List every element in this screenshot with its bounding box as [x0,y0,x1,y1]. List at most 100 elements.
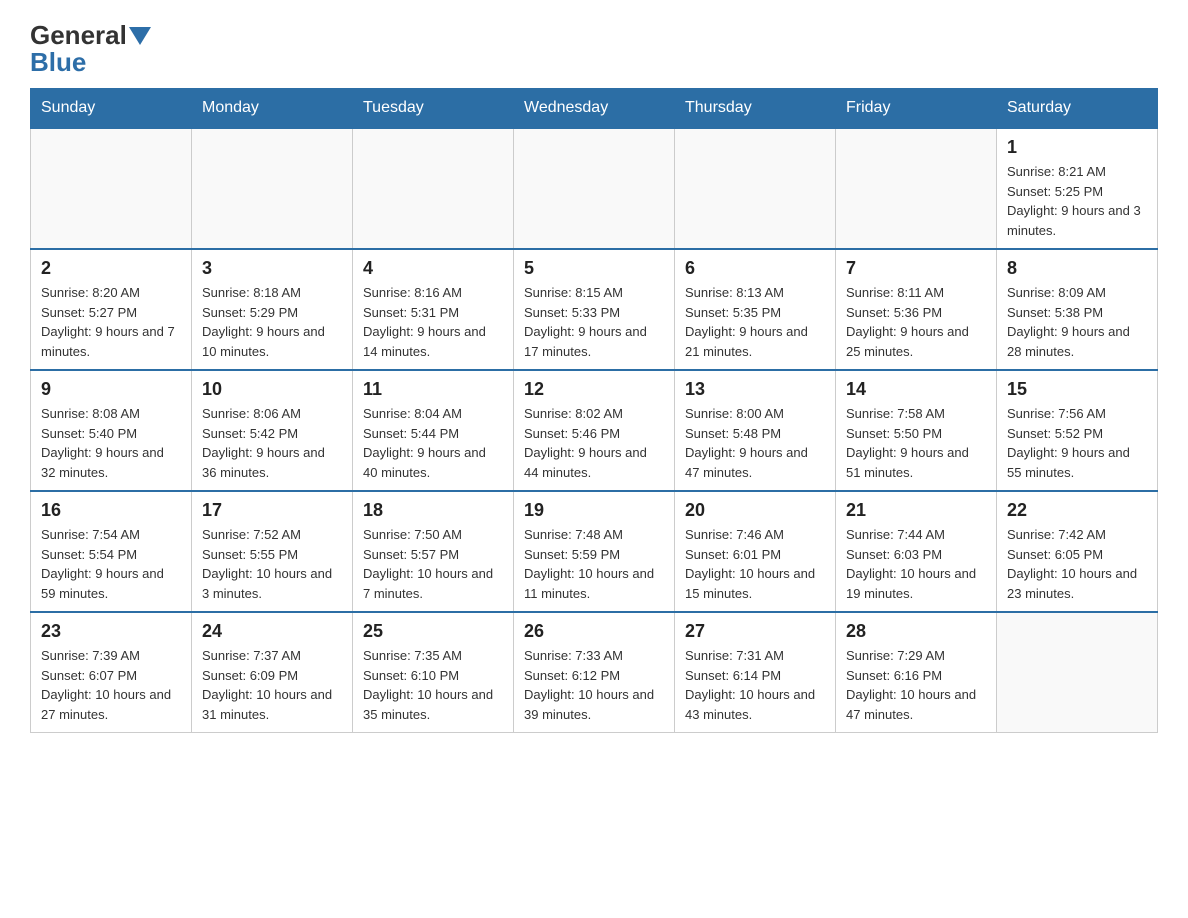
day-info: Sunrise: 7:37 AM Sunset: 6:09 PM Dayligh… [202,646,342,724]
day-number: 23 [41,621,181,642]
calendar-day-cell: 20 Sunrise: 7:46 AM Sunset: 6:01 PM Dayli… [675,491,836,612]
day-info: Sunrise: 7:39 AM Sunset: 6:07 PM Dayligh… [41,646,181,724]
day-number: 3 [202,258,342,279]
day-number: 2 [41,258,181,279]
day-number: 18 [363,500,503,521]
day-number: 16 [41,500,181,521]
logo-area: General Blue [30,20,153,78]
calendar-day-cell: 6 Sunrise: 8:13 AM Sunset: 5:35 PM Daylig… [675,249,836,370]
day-number: 17 [202,500,342,521]
day-number: 13 [685,379,825,400]
day-number: 4 [363,258,503,279]
day-number: 28 [846,621,986,642]
calendar-header-friday: Friday [836,89,997,129]
day-number: 15 [1007,379,1147,400]
day-info: Sunrise: 8:18 AM Sunset: 5:29 PM Dayligh… [202,283,342,361]
calendar-day-cell: 26 Sunrise: 7:33 AM Sunset: 6:12 PM Dayli… [514,612,675,733]
calendar-day-cell: 19 Sunrise: 7:48 AM Sunset: 5:59 PM Dayli… [514,491,675,612]
calendar-day-cell [997,612,1158,733]
calendar-day-cell: 15 Sunrise: 7:56 AM Sunset: 5:52 PM Dayli… [997,370,1158,491]
calendar-day-cell: 11 Sunrise: 8:04 AM Sunset: 5:44 PM Dayli… [353,370,514,491]
day-number: 25 [363,621,503,642]
day-info: Sunrise: 7:44 AM Sunset: 6:03 PM Dayligh… [846,525,986,603]
day-info: Sunrise: 7:52 AM Sunset: 5:55 PM Dayligh… [202,525,342,603]
calendar-day-cell: 4 Sunrise: 8:16 AM Sunset: 5:31 PM Daylig… [353,249,514,370]
calendar-header-sunday: Sunday [31,89,192,129]
day-info: Sunrise: 7:48 AM Sunset: 5:59 PM Dayligh… [524,525,664,603]
calendar-week-row-2: 2 Sunrise: 8:20 AM Sunset: 5:27 PM Daylig… [31,249,1158,370]
calendar-day-cell: 1Sunrise: 8:21 AM Sunset: 5:25 PM Daylig… [997,128,1158,249]
day-number: 21 [846,500,986,521]
calendar-day-cell: 3 Sunrise: 8:18 AM Sunset: 5:29 PM Daylig… [192,249,353,370]
day-info: Sunrise: 8:15 AM Sunset: 5:33 PM Dayligh… [524,283,664,361]
day-info: Sunrise: 8:00 AM Sunset: 5:48 PM Dayligh… [685,404,825,482]
calendar-day-cell: 10 Sunrise: 8:06 AM Sunset: 5:42 PM Dayli… [192,370,353,491]
calendar-day-cell [675,128,836,249]
day-info: Sunrise: 7:56 AM Sunset: 5:52 PM Dayligh… [1007,404,1147,482]
logo-triangle-icon [129,27,151,45]
day-number: 19 [524,500,664,521]
day-number: 20 [685,500,825,521]
day-number: 9 [41,379,181,400]
calendar-week-row-4: 16 Sunrise: 7:54 AM Sunset: 5:54 PM Dayli… [31,491,1158,612]
day-number: 8 [1007,258,1147,279]
day-info: Sunrise: 8:11 AM Sunset: 5:36 PM Dayligh… [846,283,986,361]
day-info: Sunrise: 8:02 AM Sunset: 5:46 PM Dayligh… [524,404,664,482]
calendar-header-row: SundayMondayTuesdayWednesdayThursdayFrid… [31,89,1158,129]
calendar-day-cell: 5 Sunrise: 8:15 AM Sunset: 5:33 PM Daylig… [514,249,675,370]
calendar-table: SundayMondayTuesdayWednesdayThursdayFrid… [30,88,1158,733]
day-info: Sunrise: 7:50 AM Sunset: 5:57 PM Dayligh… [363,525,503,603]
calendar-day-cell: 8 Sunrise: 8:09 AM Sunset: 5:38 PM Daylig… [997,249,1158,370]
logo-blue-label: Blue [30,47,86,78]
calendar-week-row-3: 9Sunrise: 8:08 AM Sunset: 5:40 PM Daylig… [31,370,1158,491]
day-number: 1 [1007,137,1147,158]
calendar-day-cell: 14 Sunrise: 7:58 AM Sunset: 5:50 PM Dayli… [836,370,997,491]
calendar-day-cell: 7 Sunrise: 8:11 AM Sunset: 5:36 PM Daylig… [836,249,997,370]
day-number: 7 [846,258,986,279]
day-number: 5 [524,258,664,279]
calendar-day-cell: 16 Sunrise: 7:54 AM Sunset: 5:54 PM Dayli… [31,491,192,612]
day-info: Sunrise: 8:16 AM Sunset: 5:31 PM Dayligh… [363,283,503,361]
day-info: Sunrise: 8:06 AM Sunset: 5:42 PM Dayligh… [202,404,342,482]
day-info: Sunrise: 7:46 AM Sunset: 6:01 PM Dayligh… [685,525,825,603]
calendar-week-row-1: 1Sunrise: 8:21 AM Sunset: 5:25 PM Daylig… [31,128,1158,249]
calendar-day-cell: 21 Sunrise: 7:44 AM Sunset: 6:03 PM Dayli… [836,491,997,612]
day-number: 6 [685,258,825,279]
day-info: Sunrise: 7:33 AM Sunset: 6:12 PM Dayligh… [524,646,664,724]
calendar-header-thursday: Thursday [675,89,836,129]
day-info: Sunrise: 8:20 AM Sunset: 5:27 PM Dayligh… [41,283,181,361]
day-info: Sunrise: 8:09 AM Sunset: 5:38 PM Dayligh… [1007,283,1147,361]
calendar-day-cell [31,128,192,249]
day-number: 14 [846,379,986,400]
calendar-day-cell: 23 Sunrise: 7:39 AM Sunset: 6:07 PM Dayli… [31,612,192,733]
day-number: 22 [1007,500,1147,521]
calendar-day-cell: 18 Sunrise: 7:50 AM Sunset: 5:57 PM Dayli… [353,491,514,612]
calendar-header-saturday: Saturday [997,89,1158,129]
calendar-week-row-5: 23 Sunrise: 7:39 AM Sunset: 6:07 PM Dayli… [31,612,1158,733]
calendar-day-cell: 13 Sunrise: 8:00 AM Sunset: 5:48 PM Dayli… [675,370,836,491]
day-info: Sunrise: 7:54 AM Sunset: 5:54 PM Dayligh… [41,525,181,603]
calendar-day-cell: 22 Sunrise: 7:42 AM Sunset: 6:05 PM Dayli… [997,491,1158,612]
calendar-header-wednesday: Wednesday [514,89,675,129]
day-number: 26 [524,621,664,642]
calendar-day-cell: 28 Sunrise: 7:29 AM Sunset: 6:16 PM Dayli… [836,612,997,733]
calendar-day-cell [836,128,997,249]
day-info: Sunrise: 7:29 AM Sunset: 6:16 PM Dayligh… [846,646,986,724]
day-info: Sunrise: 8:13 AM Sunset: 5:35 PM Dayligh… [685,283,825,361]
calendar-day-cell [192,128,353,249]
calendar-day-cell [353,128,514,249]
calendar-day-cell: 25Sunrise: 7:35 AM Sunset: 6:10 PM Dayli… [353,612,514,733]
calendar-day-cell: 27Sunrise: 7:31 AM Sunset: 6:14 PM Dayli… [675,612,836,733]
calendar-day-cell: 12 Sunrise: 8:02 AM Sunset: 5:46 PM Dayli… [514,370,675,491]
day-info: Sunrise: 7:42 AM Sunset: 6:05 PM Dayligh… [1007,525,1147,603]
day-number: 10 [202,379,342,400]
calendar-day-cell: 2 Sunrise: 8:20 AM Sunset: 5:27 PM Daylig… [31,249,192,370]
day-number: 11 [363,379,503,400]
day-info: Sunrise: 8:04 AM Sunset: 5:44 PM Dayligh… [363,404,503,482]
day-info: Sunrise: 7:31 AM Sunset: 6:14 PM Dayligh… [685,646,825,724]
day-number: 24 [202,621,342,642]
calendar-day-cell: 9Sunrise: 8:08 AM Sunset: 5:40 PM Daylig… [31,370,192,491]
day-number: 12 [524,379,664,400]
calendar-day-cell [514,128,675,249]
day-info: Sunrise: 7:58 AM Sunset: 5:50 PM Dayligh… [846,404,986,482]
